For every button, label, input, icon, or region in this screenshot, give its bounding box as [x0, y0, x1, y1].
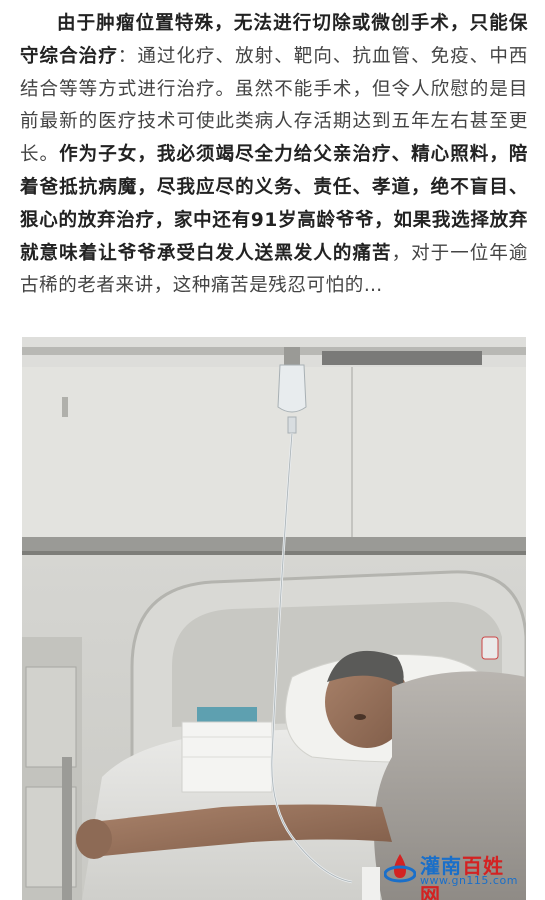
article-text: 由于肿瘤位置特殊，无法进行切除或微创手术，只能保守综合治疗：通过化疗、放射、靶向… [20, 8, 528, 303]
site-logo-icon [384, 854, 416, 883]
site-watermark: 灌南百姓网 www.gn115.com [384, 850, 517, 900]
watermark-url: www.gn115.com [420, 874, 518, 887]
article-paragraph: 由于肿瘤位置特殊，无法进行切除或微创手术，只能保守综合治疗：通过化疗、放射、靶向… [20, 8, 528, 303]
hospital-scene-illustration [22, 337, 526, 900]
hospital-photo: 灌南百姓网 www.gn115.com [22, 337, 526, 900]
